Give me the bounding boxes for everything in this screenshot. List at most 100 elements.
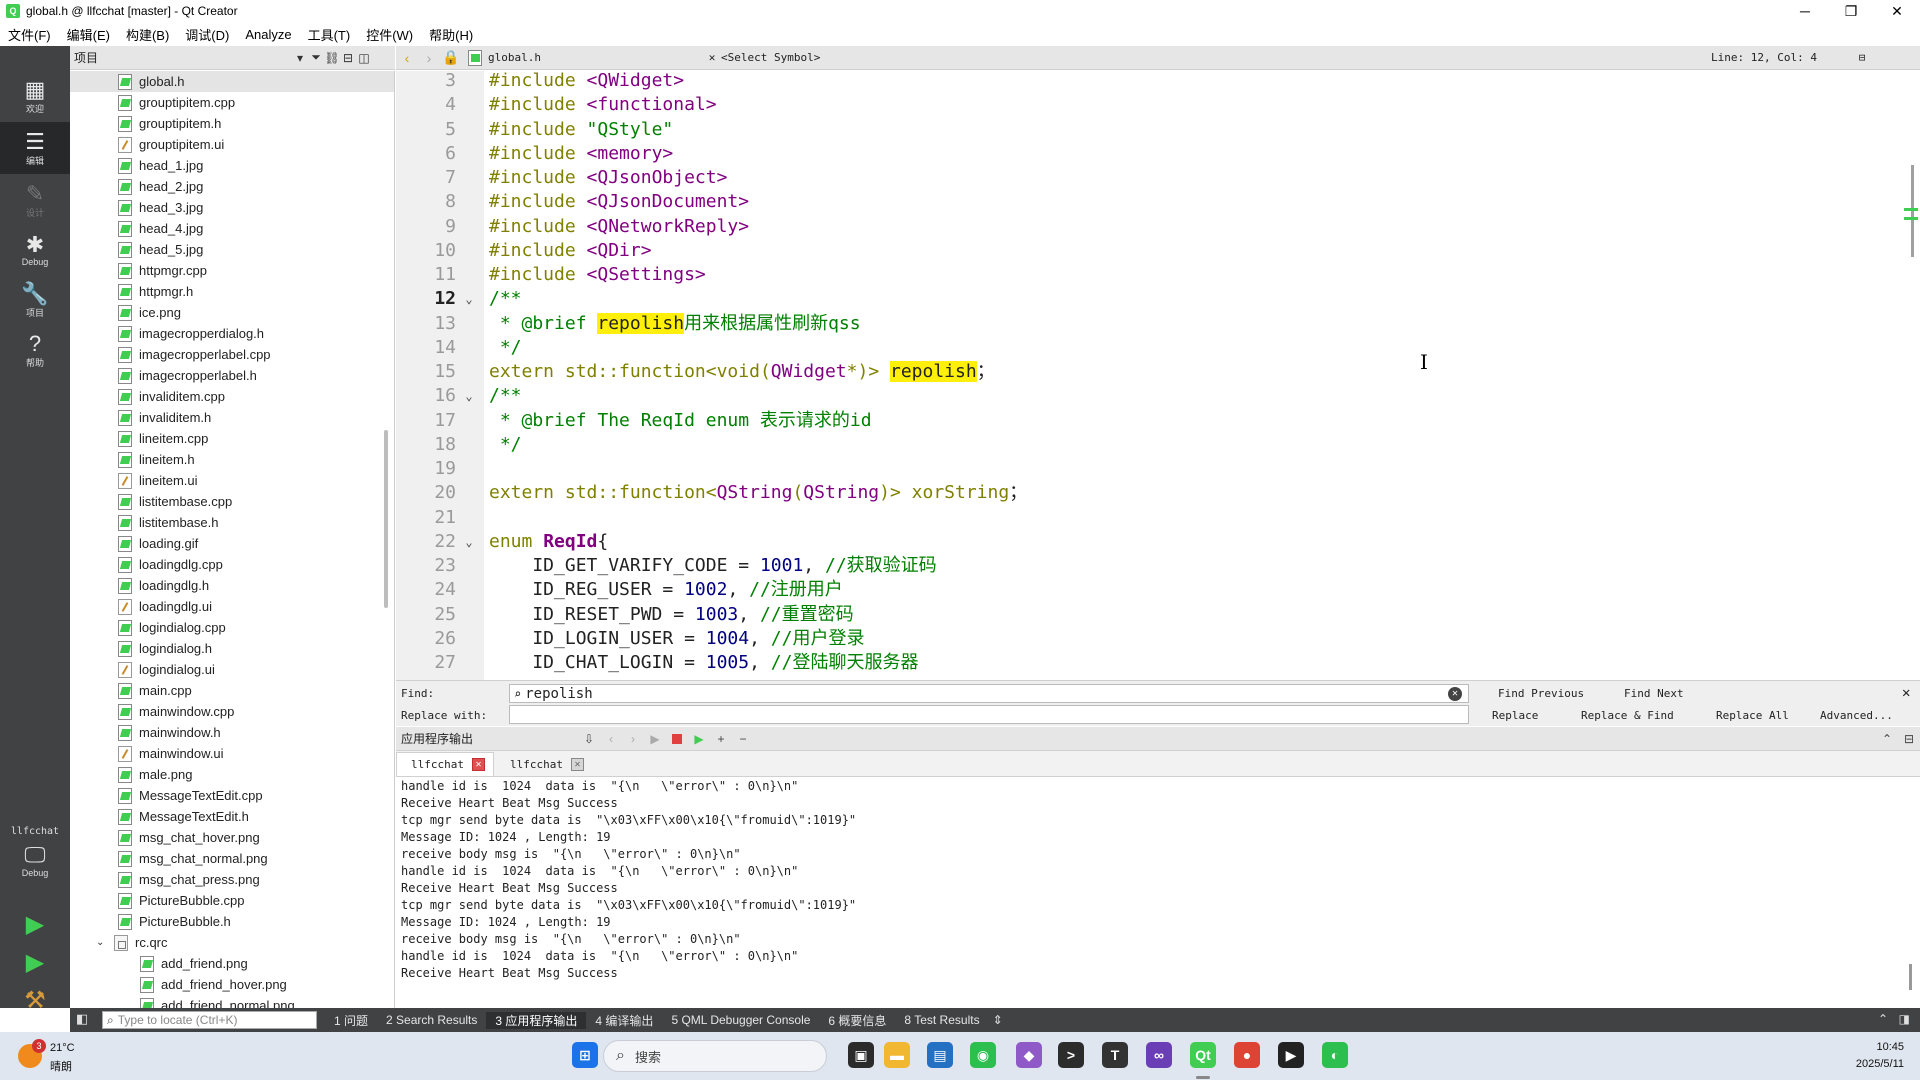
symbol-selector[interactable]: <Select Symbol> (721, 51, 1711, 64)
pane-button-2[interactable]: 2 Search Results (377, 1013, 486, 1027)
locator-input[interactable]: ⌕ Type to locate (Ctrl+K) (102, 1011, 317, 1029)
project-tree-item[interactable]: mainwindow.ui (70, 743, 394, 764)
project-tree-item[interactable]: ⌄ rc.qrc (70, 932, 394, 953)
project-view-selector[interactable]: 项目 (74, 49, 292, 66)
project-tree-item[interactable]: head_1.jpg (70, 155, 394, 176)
windows-start-icon[interactable]: ⊞ (572, 1042, 598, 1068)
pane-button-4[interactable]: 4 编译输出 (586, 1012, 662, 1029)
prev-icon[interactable]: ‹ (600, 732, 622, 746)
close-tab-icon[interactable]: ✕ (570, 757, 584, 771)
fold-marker-icon[interactable]: ⌄ (462, 530, 476, 554)
output-tab-llfcchat-1[interactable]: llfcchat ✕ (396, 752, 494, 776)
mode-debug[interactable]: ✱ Debug (0, 224, 70, 276)
replace-and-find-button[interactable]: Replace & Find (1581, 709, 1674, 722)
app-cat-icon[interactable]: ◆ (1016, 1042, 1042, 1068)
project-tree-item[interactable]: MessageTextEdit.h (70, 806, 394, 827)
advanced-button[interactable]: Advanced... (1820, 709, 1893, 722)
menu-window[interactable]: 控件(W) (358, 25, 421, 44)
fold-marker-icon[interactable]: ⌄ (462, 384, 476, 408)
weather-widget[interactable]: 3 21°C 晴朗 (18, 1038, 88, 1074)
pane-button-1[interactable]: 1 问题 (325, 1012, 377, 1029)
build-button[interactable]: ⚒ (0, 982, 70, 1018)
debug-run-button[interactable]: ▶ (0, 944, 70, 980)
toggle-sidebar-icon[interactable]: ◧ (76, 1011, 88, 1027)
visual-studio-icon[interactable]: ∞ (1146, 1042, 1172, 1068)
project-tree-item[interactable]: httpmgr.h (70, 281, 394, 302)
project-tree-item[interactable]: add_friend.png (70, 953, 394, 974)
project-tree-item[interactable]: lineitem.cpp (70, 428, 394, 449)
zoom-out-icon[interactable]: − (732, 732, 754, 746)
project-tree-item[interactable]: loadingdlg.cpp (70, 554, 394, 575)
project-tree-item[interactable]: lineitem.ui (70, 470, 394, 491)
more-panes-icon[interactable]: ⇕ (993, 1013, 1003, 1027)
run-button[interactable]: ▶ (0, 906, 70, 942)
zoom-in-icon[interactable]: + (710, 732, 732, 746)
project-tree-item[interactable]: logindialog.h (70, 638, 394, 659)
project-tree-item[interactable]: grouptipitem.h (70, 113, 394, 134)
project-tree-item[interactable]: imagecropperdialog.h (70, 323, 394, 344)
pane-button-3[interactable]: 3 应用程序输出 (486, 1011, 587, 1029)
project-tree-item[interactable]: loadingdlg.ui (70, 596, 394, 617)
project-tree-item[interactable]: PictureBubble.h (70, 911, 394, 932)
close-document-icon[interactable]: ✕ (703, 51, 721, 64)
expand-arrow-icon[interactable]: ⌄ (96, 937, 108, 948)
menu-debug[interactable]: 调试(D) (177, 25, 237, 44)
project-tree-item[interactable]: grouptipitem.cpp (70, 92, 394, 113)
project-tree-item[interactable]: MessageTextEdit.cpp (70, 785, 394, 806)
fold-marker-icon[interactable]: ⌄ (462, 287, 476, 311)
camera-icon[interactable]: ▶ (1278, 1042, 1304, 1068)
project-tree-item[interactable]: main.cpp (70, 680, 394, 701)
mode-edit[interactable]: ☰ 编辑 (0, 122, 70, 174)
wechat-work-icon[interactable]: ◐ (1322, 1042, 1348, 1068)
project-tree-item[interactable]: add_friend_normal.png (70, 995, 394, 1008)
filter-icon[interactable]: ⏷ (308, 50, 324, 65)
open-document-selector[interactable]: global.h (488, 51, 703, 64)
project-tree-item[interactable]: PictureBubble.cpp (70, 890, 394, 911)
system-clock[interactable]: 10:45 2025/5/11 (1856, 1039, 1904, 1073)
terminal-icon[interactable]: > (1058, 1042, 1084, 1068)
output-tab-llfcchat-2[interactable]: llfcchat ✕ (496, 752, 592, 776)
project-tree-item[interactable]: msg_chat_hover.png (70, 827, 394, 848)
code-editor[interactable]: 3 #include <QWidget> 4 #include <functional… (396, 71, 1920, 680)
menu-build[interactable]: 构建(B) (118, 25, 177, 44)
maximize-pane-icon[interactable]: ⌃ (1876, 732, 1898, 746)
output-scrollbar[interactable] (1909, 964, 1912, 990)
task-view-icon[interactable]: ▣ (848, 1042, 874, 1068)
menu-tools[interactable]: 工具(T) (300, 25, 359, 44)
cursor-position[interactable]: Line: 12, Col: 4 (1711, 51, 1851, 64)
find-previous-button[interactable]: Find Previous (1498, 687, 1584, 700)
project-tree-item[interactable]: mainwindow.h (70, 722, 394, 743)
split-editor-icon[interactable]: ⊟ (1851, 51, 1873, 64)
project-tree-item[interactable]: httpmgr.cpp (70, 260, 394, 281)
back-icon[interactable]: ‹ (396, 50, 418, 66)
mode-help[interactable]: ? 帮助 (0, 324, 70, 376)
project-tree-item[interactable]: ice.png (70, 302, 394, 323)
project-tree-item[interactable]: head_5.jpg (70, 239, 394, 260)
chrome-icon[interactable]: ● (1234, 1042, 1260, 1068)
attach-icon[interactable]: ▶ (688, 732, 710, 746)
split-icon[interactable]: ⊟ (340, 51, 356, 65)
menu-edit[interactable]: 编辑(E) (59, 25, 118, 44)
mode-welcome[interactable]: ▦ 欢迎 (0, 70, 70, 122)
close-find-icon[interactable]: ✕ (1902, 685, 1910, 701)
project-tree-item[interactable]: loadingdlg.h (70, 575, 394, 596)
dropdown-icon[interactable]: ▾ (292, 51, 308, 65)
menu-file[interactable]: 文件(F) (0, 25, 59, 44)
link-icon[interactable]: ⛓ (324, 51, 340, 65)
expand-icon[interactable]: ⌃ (1878, 1012, 1888, 1026)
project-tree-item[interactable]: invaliditem.h (70, 407, 394, 428)
project-tree-item[interactable]: loading.gif (70, 533, 394, 554)
close-pane-icon[interactable]: ◫ (356, 51, 372, 65)
project-tree-item[interactable]: mainwindow.cpp (70, 701, 394, 722)
maximize-button[interactable]: ❐ (1828, 0, 1874, 22)
project-tree-item[interactable]: listitembase.cpp (70, 491, 394, 512)
file-explorer-icon[interactable]: ▬ (884, 1042, 910, 1068)
replace-button[interactable]: Replace (1492, 709, 1538, 722)
find-input[interactable]: ⌕ repolish ✕ (509, 684, 1469, 703)
project-tree-item[interactable]: add_friend_hover.png (70, 974, 394, 995)
next-icon[interactable]: › (622, 732, 644, 746)
store-icon[interactable]: ▤ (927, 1042, 953, 1068)
replace-all-button[interactable]: Replace All (1716, 709, 1789, 722)
close-pane-icon[interactable]: ⊟ (1898, 732, 1920, 746)
project-tree-item[interactable]: listitembase.h (70, 512, 394, 533)
